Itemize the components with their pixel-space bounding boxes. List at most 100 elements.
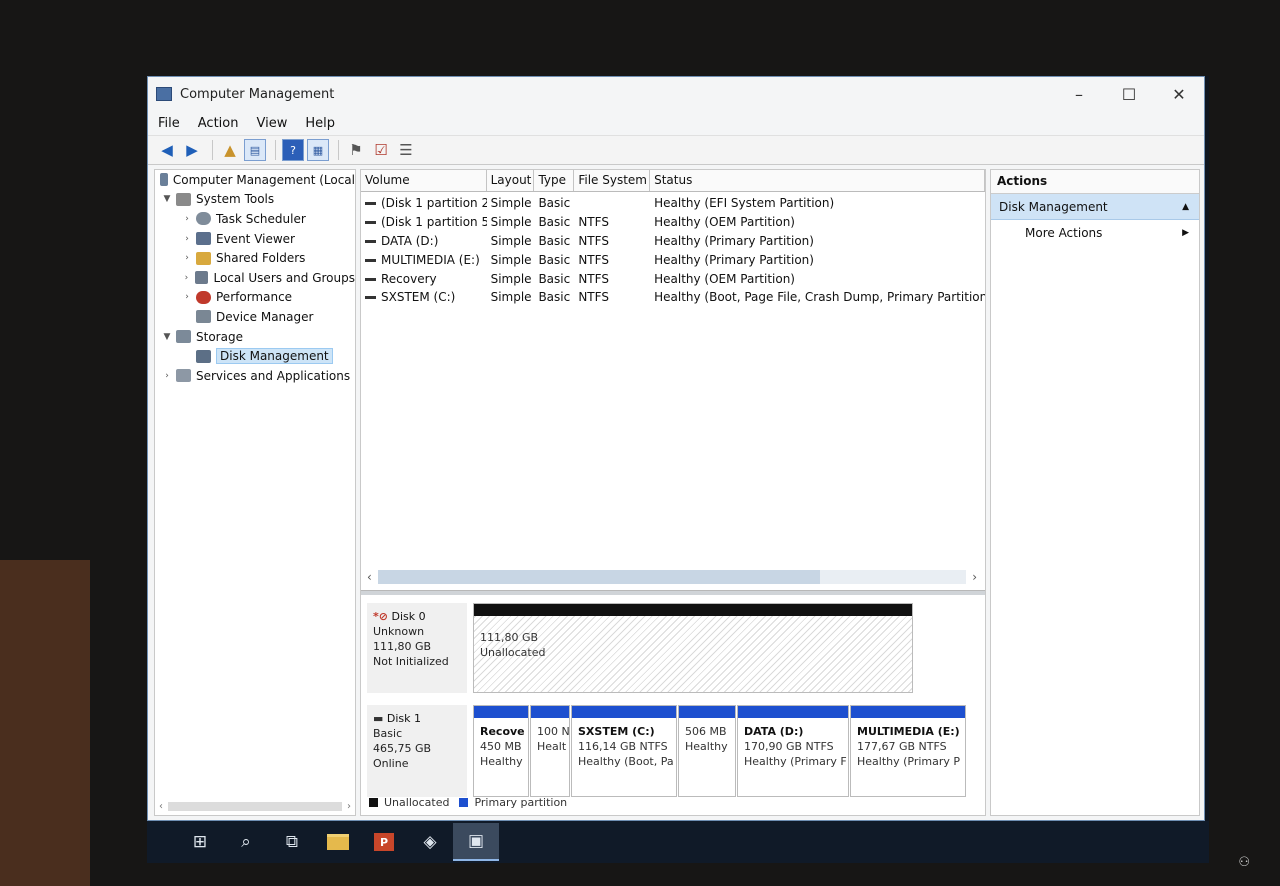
tree-horizontal-scrollbar[interactable]: ‹ › (159, 799, 351, 813)
expand-chevron-icon[interactable]: › (181, 273, 192, 283)
disk-0-label[interactable]: *⊘ Disk 0 Unknown 111,80 GB Not Initiali… (367, 603, 467, 693)
expand-chevron-icon[interactable]: › (181, 253, 193, 263)
properties-icon[interactable]: ▦ (307, 139, 329, 161)
disk-1-label[interactable]: ▬ Disk 1 Basic 465,75 GB Online (367, 705, 467, 797)
partition-cap (738, 706, 848, 718)
expand-chevron-icon[interactable]: › (181, 214, 193, 224)
show-hide-tree-icon[interactable]: ▤ (244, 139, 266, 161)
close-button[interactable]: ✕ (1154, 85, 1204, 104)
volume-icon (365, 221, 376, 225)
scroll-right-icon[interactable]: › (347, 801, 351, 812)
column-header-layout[interactable]: Layout (487, 170, 535, 191)
table-row[interactable]: DATA (D:) Simple Basic NTFS Healthy (Pri… (361, 232, 985, 251)
tree-item-local-users[interactable]: › Local Users and Groups (155, 268, 355, 288)
forward-arrow-icon[interactable]: ▶ (181, 139, 203, 161)
volume-name: (Disk 1 partition 2) (381, 196, 487, 211)
table-row[interactable]: SXSTEM (C:) Simple Basic NTFS Healthy (B… (361, 288, 985, 307)
tree-item-disk-management[interactable]: Disk Management (155, 346, 355, 366)
expand-chevron-icon[interactable]: › (161, 371, 173, 381)
more-actions-label: More Actions (1025, 226, 1103, 240)
list-icon[interactable]: ☰ (395, 139, 417, 161)
menu-file[interactable]: File (158, 116, 180, 131)
partition-status: Healthy (Primary P (857, 755, 961, 768)
scroll-track[interactable] (168, 801, 342, 811)
powerpoint-icon[interactable]: P (361, 823, 407, 861)
partition-cap (572, 706, 676, 718)
actions-header: Actions (991, 170, 1199, 194)
menu-action[interactable]: Action (198, 116, 239, 131)
scroll-track[interactable] (377, 570, 967, 584)
powerpoint-glyph-icon: P (374, 833, 394, 851)
minimize-button[interactable]: – (1054, 85, 1104, 104)
unallocated-partition[interactable]: 111,80 GB Unallocated (473, 603, 913, 693)
table-row[interactable]: (Disk 1 partition 5) Simple Basic NTFS H… (361, 213, 985, 232)
tree-item-performance[interactable]: › Performance (155, 288, 355, 308)
check-icon[interactable]: ☑ (370, 139, 392, 161)
column-header-type[interactable]: Type (534, 170, 575, 191)
tree-item-storage[interactable]: ▼ Storage (155, 327, 355, 347)
partition-efi[interactable]: 100 N Healt (530, 705, 570, 797)
volume-name: DATA (D:) (381, 233, 439, 248)
tree-item-shared-folders[interactable]: › Shared Folders (155, 248, 355, 268)
partition-data-d[interactable]: DATA (D:) 170,90 GB NTFS Healthy (Primary … (737, 705, 849, 797)
partition-recovery[interactable]: Recove 450 MB Healthy (473, 705, 529, 797)
partition-size: 100 N (537, 725, 570, 738)
scroll-left-icon[interactable]: ‹ (159, 801, 163, 812)
back-arrow-icon[interactable]: ◀ (156, 139, 178, 161)
partition-cap (531, 706, 569, 718)
collapse-chevron-icon[interactable]: ▼ (161, 194, 173, 204)
column-header-status[interactable]: Status (650, 170, 985, 191)
expand-chevron-icon[interactable]: › (181, 292, 193, 302)
layout-cell: Simple (490, 271, 532, 286)
partition-multimedia-e[interactable]: MULTIMEDIA (E:) 177,67 GB NTFS Healthy (Pr… (850, 705, 966, 797)
partition-name: DATA (D:) (744, 725, 804, 738)
tree-item-services[interactable]: › Services and Applications (155, 366, 355, 386)
layout-cell: Simple (490, 215, 532, 230)
scroll-right-icon[interactable]: › (972, 570, 985, 584)
file-explorer-icon[interactable] (315, 823, 361, 861)
scroll-thumb[interactable] (377, 570, 820, 584)
column-header-volume[interactable]: Volume (361, 170, 487, 191)
disk-graphical-view: *⊘ Disk 0 Unknown 111,80 GB Not Initiali… (361, 595, 985, 815)
table-row[interactable]: MULTIMEDIA (E:) Simple Basic NTFS Health… (361, 250, 985, 269)
task-view-icon[interactable]: ⧉ (269, 823, 315, 861)
tree-item-device-manager[interactable]: Device Manager (155, 307, 355, 327)
layout-cell: Simple (490, 252, 532, 267)
app-shortcut-icon[interactable]: ◈ (407, 823, 453, 861)
status-cell: Healthy (OEM Partition) (654, 271, 795, 286)
layout-cell: Simple (490, 290, 532, 305)
partition-status: Healthy (480, 755, 523, 768)
submenu-arrow-icon: ▶ (1182, 228, 1189, 238)
table-row[interactable]: Recovery Simple Basic NTFS Healthy (OEM … (361, 269, 985, 288)
collapse-up-icon[interactable]: ▲ (1182, 202, 1189, 212)
computer-management-taskbar-icon[interactable]: ▣ (453, 823, 499, 861)
maximize-button[interactable]: ☐ (1104, 85, 1154, 104)
tree-item-task-scheduler[interactable]: › Task Scheduler (155, 209, 355, 229)
search-icon[interactable]: ⌕ (223, 823, 269, 861)
tree-item-system-tools[interactable]: ▼ System Tools (155, 190, 355, 210)
volume-icon (365, 258, 376, 262)
menu-view[interactable]: View (256, 116, 287, 131)
tree-label: Services and Applications (196, 368, 351, 383)
tree-item-event-viewer[interactable]: › Event Viewer (155, 229, 355, 249)
expand-chevron-icon[interactable]: › (181, 234, 193, 244)
actions-disk-management[interactable]: Disk Management ▲ (991, 194, 1199, 220)
up-folder-icon[interactable]: ▲ (219, 139, 241, 161)
windows-start-icon[interactable]: ⊞ (177, 823, 223, 861)
tree-item-root[interactable]: Computer Management (Local (155, 170, 355, 190)
table-row[interactable]: (Disk 1 partition 2) Simple Basic Health… (361, 194, 985, 213)
partition-oem[interactable]: 506 MB Healthy (678, 705, 736, 797)
connect-icon[interactable]: ⚑ (345, 139, 367, 161)
volume-list-horizontal-scrollbar[interactable]: ‹ › (361, 568, 985, 586)
menu-help[interactable]: Help (305, 116, 335, 131)
toolbar-separator (212, 140, 213, 160)
column-header-file-system[interactable]: File System (574, 170, 651, 191)
scroll-left-icon[interactable]: ‹ (361, 570, 372, 584)
collapse-chevron-icon[interactable]: ▼ (161, 332, 173, 342)
more-actions-item[interactable]: More Actions ▶ (991, 220, 1199, 246)
partition-system-c[interactable]: SXSTEM (C:) 116,14 GB NTFS Healthy (Boot, … (571, 705, 677, 797)
layout-cell: Simple (490, 196, 532, 211)
help-icon[interactable]: ? (282, 139, 304, 161)
volume-cell: MULTIMEDIA (E:) (361, 253, 487, 267)
partition-cap (679, 706, 735, 718)
